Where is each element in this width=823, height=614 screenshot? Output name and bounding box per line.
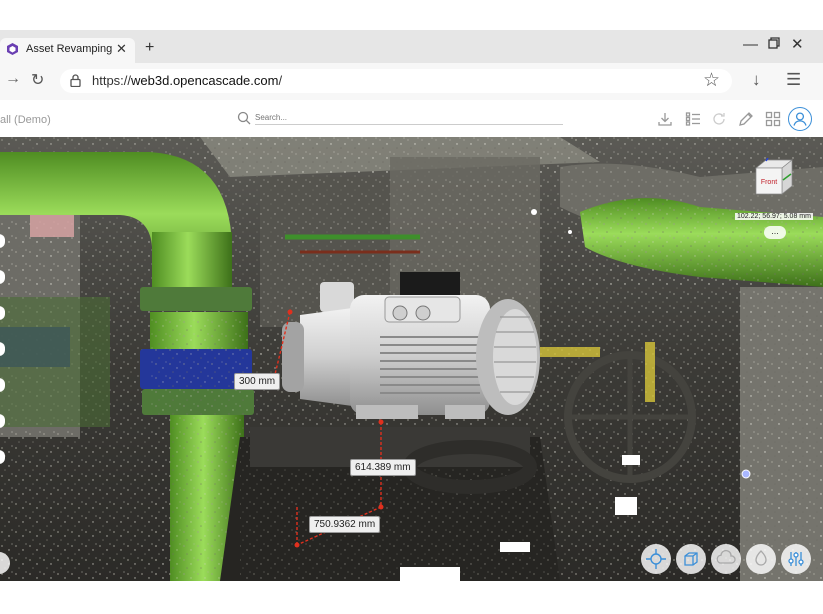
grid-icon[interactable] [765, 111, 781, 127]
search-icon [237, 111, 251, 125]
window-close-button[interactable]: ✕ [791, 35, 804, 53]
browser-menu-icon[interactable]: ☰ [786, 70, 801, 90]
bookmark-star-icon[interactable]: ☆ [703, 69, 720, 92]
url-text[interactable]: https://web3d.opencascade.com/ [92, 73, 282, 88]
measurement-label: 750.9362 mm [309, 516, 381, 533]
point-cloud-scene [0, 137, 823, 581]
tab-title: Asset Revamping [26, 43, 113, 55]
url-scheme: https:// [92, 73, 132, 88]
app-logo-icon [7, 43, 18, 55]
cloud-icon [716, 549, 736, 564]
url-host: web3d.opencascade.com [131, 73, 279, 88]
refresh-icon[interactable] [711, 111, 727, 127]
tab-close-button[interactable]: ✕ [116, 41, 127, 57]
light-icon [755, 550, 767, 566]
search-input[interactable] [255, 110, 563, 125]
view-cube[interactable]: Front [752, 158, 794, 198]
project-name: all (Demo) [0, 114, 51, 126]
download-icon[interactable] [657, 111, 673, 127]
view-cube-face-label: Front [761, 179, 777, 186]
3d-viewport[interactable] [0, 137, 823, 581]
window-restore-button[interactable] [768, 37, 780, 49]
measurement-label: 614.389 mm [350, 459, 416, 476]
coordinates-readout: 102.22; 56.97; 5.08 mm [735, 213, 813, 220]
pencil-icon[interactable] [738, 111, 754, 127]
move-icon [646, 549, 666, 569]
url-path: / [278, 73, 283, 88]
cube-view-icon [684, 552, 698, 566]
navigation-mode-button[interactable] [641, 544, 671, 574]
reload-icon[interactable]: ↻ [31, 70, 44, 90]
point-cloud-button[interactable] [711, 544, 741, 574]
lighting-button[interactable] [746, 544, 776, 574]
more-options-button[interactable]: ... [764, 226, 786, 239]
user-avatar[interactable] [788, 107, 812, 131]
lock-icon [70, 74, 81, 87]
view-mode-button[interactable] [676, 544, 706, 574]
settings-button[interactable] [781, 544, 811, 574]
downloads-icon[interactable]: ↓ [752, 70, 761, 90]
forward-icon[interactable]: → [5, 70, 21, 88]
sliders-icon [788, 552, 804, 566]
measurement-label: 300 mm [234, 373, 281, 390]
list-icon[interactable] [685, 111, 701, 127]
new-tab-button[interactable]: + [145, 39, 154, 57]
user-icon [793, 112, 807, 126]
window-minimize-button[interactable]: — [743, 36, 758, 53]
